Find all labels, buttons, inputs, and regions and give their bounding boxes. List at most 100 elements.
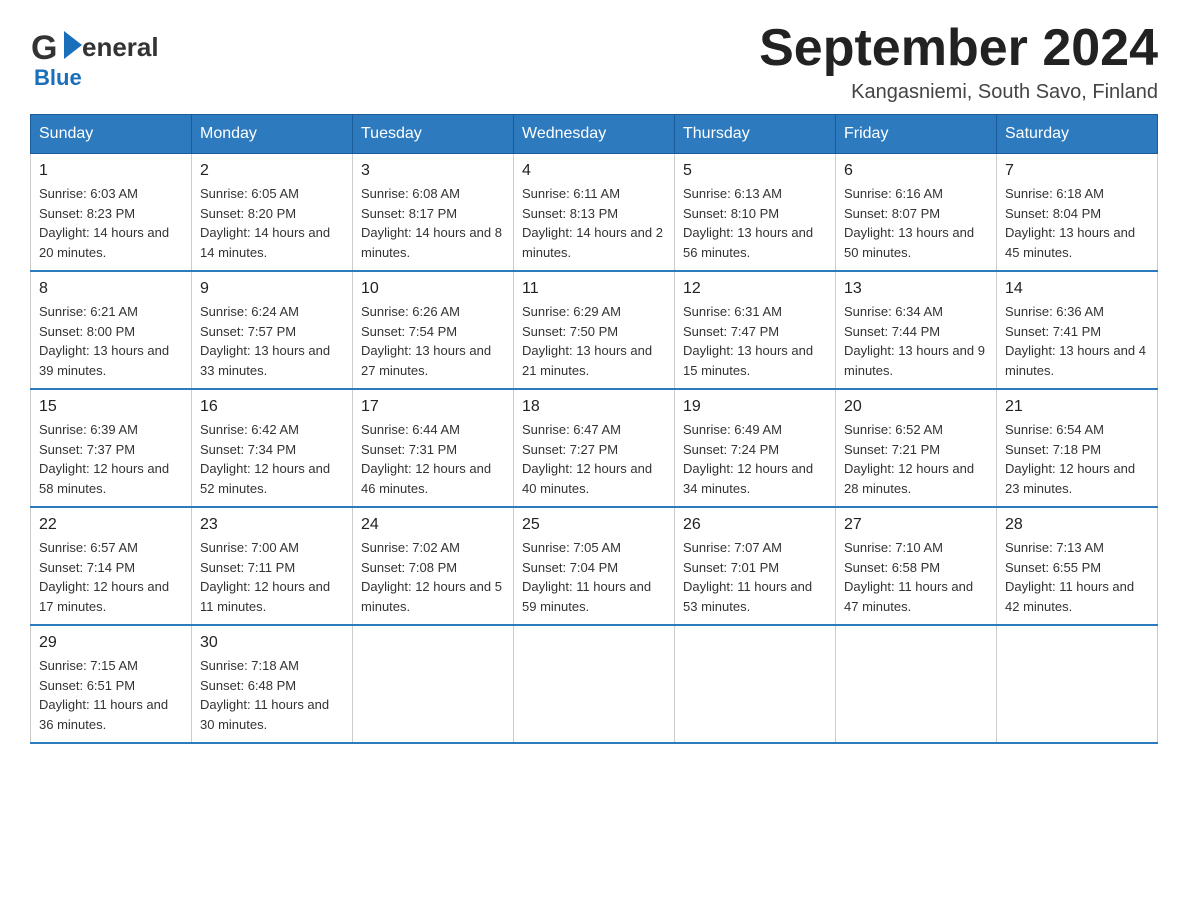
logo-blue-label: Blue [34, 65, 82, 91]
day-info: Sunrise: 6:47 AMSunset: 7:27 PMDaylight:… [522, 420, 666, 498]
day-number: 14 [1005, 280, 1149, 298]
day-info: Sunrise: 7:00 AMSunset: 7:11 PMDaylight:… [200, 538, 344, 616]
calendar-day-cell: 28Sunrise: 7:13 AMSunset: 6:55 PMDayligh… [997, 507, 1158, 625]
day-number: 19 [683, 398, 827, 416]
calendar-week-row: 15 Sunrise: 6:39 AMSunset: 7:37 PMDayligh… [31, 389, 1158, 507]
col-header-thursday: Thursday [675, 115, 836, 154]
day-info: Sunrise: 7:10 AMSunset: 6:58 PMDaylight:… [844, 538, 988, 616]
col-header-tuesday: Tuesday [353, 115, 514, 154]
day-info: Sunrise: 6:05 AMSunset: 8:20 PMDaylight:… [200, 184, 344, 262]
day-info: Sunrise: 7:07 AMSunset: 7:01 PMDaylight:… [683, 538, 827, 616]
day-number: 3 [361, 162, 505, 180]
col-header-sunday: Sunday [31, 115, 192, 154]
logo-general: eneral [82, 32, 159, 63]
calendar-day-cell: 24 Sunrise: 7:02 AMSunset: 7:08 PMDayligh… [353, 507, 514, 625]
day-info: Sunrise: 6:42 AMSunset: 7:34 PMDaylight:… [200, 420, 344, 498]
calendar-day-cell: 27Sunrise: 7:10 AMSunset: 6:58 PMDayligh… [836, 507, 997, 625]
day-number: 8 [39, 280, 183, 298]
day-number: 26 [683, 516, 827, 534]
day-info: Sunrise: 6:44 AMSunset: 7:31 PMDaylight:… [361, 420, 505, 498]
calendar-day-cell: 14 Sunrise: 6:36 AMSunset: 7:41 PMDayligh… [997, 271, 1158, 389]
day-info: Sunrise: 7:02 AMSunset: 7:08 PMDaylight:… [361, 538, 505, 616]
calendar-day-cell: 19 Sunrise: 6:49 AMSunset: 7:24 PMDayligh… [675, 389, 836, 507]
calendar-day-cell: 2 Sunrise: 6:05 AMSunset: 8:20 PMDaylight… [192, 154, 353, 272]
day-number: 6 [844, 162, 988, 180]
day-number: 4 [522, 162, 666, 180]
calendar-day-cell: 25Sunrise: 7:05 AMSunset: 7:04 PMDayligh… [514, 507, 675, 625]
day-number: 17 [361, 398, 505, 416]
calendar-day-cell: 29 Sunrise: 7:15 AMSunset: 6:51 PMDayligh… [31, 625, 192, 743]
day-number: 2 [200, 162, 344, 180]
col-header-saturday: Saturday [997, 115, 1158, 154]
day-number: 7 [1005, 162, 1149, 180]
day-number: 9 [200, 280, 344, 298]
calendar-table: SundayMondayTuesdayWednesdayThursdayFrid… [30, 114, 1158, 744]
calendar-day-cell: 17 Sunrise: 6:44 AMSunset: 7:31 PMDayligh… [353, 389, 514, 507]
day-info: Sunrise: 7:18 AMSunset: 6:48 PMDaylight:… [200, 656, 344, 734]
day-number: 16 [200, 398, 344, 416]
month-title: September 2024 [759, 20, 1158, 77]
calendar-day-cell: 12 Sunrise: 6:31 AMSunset: 7:47 PMDayligh… [675, 271, 836, 389]
day-number: 12 [683, 280, 827, 298]
calendar-day-cell: 5 Sunrise: 6:13 AMSunset: 8:10 PMDaylight… [675, 154, 836, 272]
calendar-day-cell: 22Sunrise: 6:57 AMSunset: 7:14 PMDayligh… [31, 507, 192, 625]
day-info: Sunrise: 6:49 AMSunset: 7:24 PMDaylight:… [683, 420, 827, 498]
day-info: Sunrise: 7:13 AMSunset: 6:55 PMDaylight:… [1005, 538, 1149, 616]
empty-cell [997, 625, 1158, 743]
location-text: Kangasniemi, South Savo, Finland [759, 81, 1158, 104]
svg-text:G: G [31, 29, 57, 67]
calendar-day-cell: 16 Sunrise: 6:42 AMSunset: 7:34 PMDayligh… [192, 389, 353, 507]
day-number: 15 [39, 398, 183, 416]
day-number: 11 [522, 280, 666, 298]
day-info: Sunrise: 6:18 AMSunset: 8:04 PMDaylight:… [1005, 184, 1149, 262]
day-number: 13 [844, 280, 988, 298]
day-info: Sunrise: 6:11 AMSunset: 8:13 PMDaylight:… [522, 184, 666, 262]
calendar-day-cell: 6 Sunrise: 6:16 AMSunset: 8:07 PMDaylight… [836, 154, 997, 272]
day-info: Sunrise: 6:13 AMSunset: 8:10 PMDaylight:… [683, 184, 827, 262]
calendar-day-cell: 8Sunrise: 6:21 AMSunset: 8:00 PMDaylight… [31, 271, 192, 389]
calendar-day-cell: 7 Sunrise: 6:18 AMSunset: 8:04 PMDaylight… [997, 154, 1158, 272]
calendar-day-cell: 13Sunrise: 6:34 AMSunset: 7:44 PMDayligh… [836, 271, 997, 389]
day-number: 5 [683, 162, 827, 180]
day-info: Sunrise: 6:31 AMSunset: 7:47 PMDaylight:… [683, 302, 827, 380]
day-info: Sunrise: 6:54 AMSunset: 7:18 PMDaylight:… [1005, 420, 1149, 498]
col-header-wednesday: Wednesday [514, 115, 675, 154]
calendar-day-cell: 9 Sunrise: 6:24 AMSunset: 7:57 PMDaylight… [192, 271, 353, 389]
day-number: 29 [39, 634, 183, 652]
logo-area: G eneral Blue [30, 20, 159, 91]
day-info: Sunrise: 6:24 AMSunset: 7:57 PMDaylight:… [200, 302, 344, 380]
empty-cell [514, 625, 675, 743]
day-info: Sunrise: 6:26 AMSunset: 7:54 PMDaylight:… [361, 302, 505, 380]
empty-cell [353, 625, 514, 743]
calendar-day-cell: 11 Sunrise: 6:29 AMSunset: 7:50 PMDayligh… [514, 271, 675, 389]
day-info: Sunrise: 6:36 AMSunset: 7:41 PMDaylight:… [1005, 302, 1149, 380]
calendar-day-cell: 3Sunrise: 6:08 AMSunset: 8:17 PMDaylight… [353, 154, 514, 272]
calendar-week-row: 29 Sunrise: 7:15 AMSunset: 6:51 PMDayligh… [31, 625, 1158, 743]
day-number: 23 [200, 516, 344, 534]
day-number: 1 [39, 162, 183, 180]
day-number: 18 [522, 398, 666, 416]
calendar-week-row: 1 Sunrise: 6:03 AMSunset: 8:23 PMDaylight… [31, 154, 1158, 272]
day-number: 24 [361, 516, 505, 534]
logo: G eneral [30, 25, 159, 69]
calendar-day-cell: 30Sunrise: 7:18 AMSunset: 6:48 PMDayligh… [192, 625, 353, 743]
calendar-day-cell: 23 Sunrise: 7:00 AMSunset: 7:11 PMDayligh… [192, 507, 353, 625]
title-area: September 2024 Kangasniemi, South Savo, … [759, 20, 1158, 104]
day-info: Sunrise: 7:15 AMSunset: 6:51 PMDaylight:… [39, 656, 183, 734]
page-header: G eneral Blue September 2024 Kangasniemi… [30, 20, 1158, 104]
day-number: 20 [844, 398, 988, 416]
col-header-friday: Friday [836, 115, 997, 154]
col-header-monday: Monday [192, 115, 353, 154]
day-number: 25 [522, 516, 666, 534]
calendar-day-cell: 15 Sunrise: 6:39 AMSunset: 7:37 PMDayligh… [31, 389, 192, 507]
day-info: Sunrise: 6:16 AMSunset: 8:07 PMDaylight:… [844, 184, 988, 262]
day-info: Sunrise: 6:39 AMSunset: 7:37 PMDaylight:… [39, 420, 183, 498]
calendar-week-row: 22Sunrise: 6:57 AMSunset: 7:14 PMDayligh… [31, 507, 1158, 625]
calendar-day-cell: 4 Sunrise: 6:11 AMSunset: 8:13 PMDaylight… [514, 154, 675, 272]
day-info: Sunrise: 6:03 AMSunset: 8:23 PMDaylight:… [39, 184, 183, 262]
calendar-day-cell: 1 Sunrise: 6:03 AMSunset: 8:23 PMDaylight… [31, 154, 192, 272]
calendar-header-row: SundayMondayTuesdayWednesdayThursdayFrid… [31, 115, 1158, 154]
day-info: Sunrise: 6:57 AMSunset: 7:14 PMDaylight:… [39, 538, 183, 616]
day-info: Sunrise: 6:29 AMSunset: 7:50 PMDaylight:… [522, 302, 666, 380]
day-info: Sunrise: 6:52 AMSunset: 7:21 PMDaylight:… [844, 420, 988, 498]
